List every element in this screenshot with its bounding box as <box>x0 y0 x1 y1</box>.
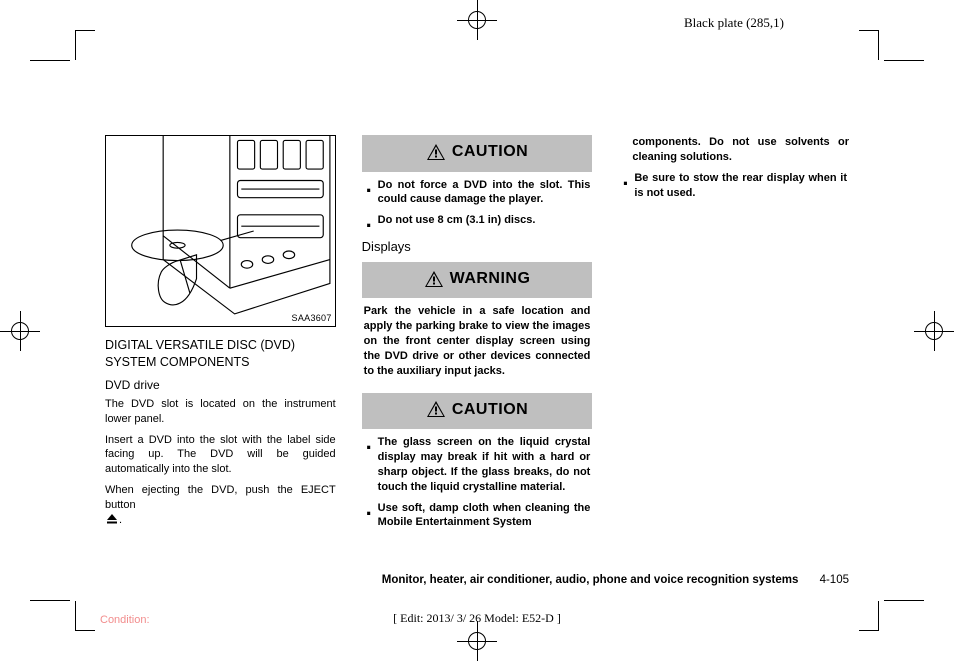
eject-icon <box>105 513 119 530</box>
warning-title: WARNING <box>450 268 531 290</box>
warning-triangle-icon <box>426 400 446 418</box>
list-item: Be sure to stow the rear display when it… <box>620 171 847 201</box>
registration-mark <box>457 0 497 40</box>
subsection-heading: DVD drive <box>105 377 336 393</box>
crop-corner <box>75 30 95 60</box>
list-item: Use soft, damp cloth when cleaning the M… <box>364 501 591 531</box>
crop-tick <box>30 60 70 61</box>
caution-title: CAUTION <box>452 141 528 163</box>
caution-list: Do not force a DVD into the slot. This c… <box>362 178 593 229</box>
registration-mark <box>457 621 497 661</box>
body-text-fragment: . <box>119 514 122 526</box>
dvd-slot-figure: SAA3607 <box>105 135 336 327</box>
body-text: Insert a DVD into the slot with the labe… <box>105 433 336 478</box>
caution-header: CAUTION <box>362 135 593 172</box>
section-heading: DIGITAL VERSATILE DISC (DVD) SYSTEM COMP… <box>105 337 336 371</box>
body-text: The DVD slot is located on the instrumen… <box>105 397 336 427</box>
list-item: Do not force a DVD into the slot. This c… <box>364 178 591 208</box>
warning-triangle-icon <box>426 143 446 161</box>
list-item: Do not use 8 cm (3.1 in) discs. <box>364 213 591 228</box>
registration-mark <box>914 311 954 351</box>
page-number: 4-105 <box>820 574 849 586</box>
list-item: The glass screen on the liquid crystal d… <box>364 435 591 494</box>
caution-title: CAUTION <box>452 399 528 421</box>
footer-section-title: Monitor, heater, air conditioner, audio,… <box>382 574 799 586</box>
warning-text: Park the vehicle in a safe location and … <box>362 304 593 378</box>
crop-corner <box>75 601 95 631</box>
crop-corner <box>859 30 879 60</box>
column-2: CAUTION Do not force a DVD into the slot… <box>362 135 593 566</box>
page-footer: Monitor, heater, air conditioner, audio,… <box>105 574 849 586</box>
warning-triangle-icon <box>424 270 444 288</box>
registration-mark <box>0 311 40 351</box>
body-text: When ejecting the DVD, push the EJECT bu… <box>105 483 336 530</box>
plate-label: Black plate (285,1) <box>684 15 784 31</box>
page-content: SAA3607 DIGITAL VERSATILE DISC (DVD) SYS… <box>105 135 849 566</box>
list-item-continuation: components. Do not use solvents or clean… <box>618 135 849 165</box>
warning-header: WARNING <box>362 262 593 299</box>
caution-list: The glass screen on the liquid crystal d… <box>362 435 593 530</box>
crop-corner <box>859 601 879 631</box>
dvd-illustration-icon <box>106 136 335 326</box>
column-3: components. Do not use solvents or clean… <box>618 135 849 566</box>
subsection-heading: Displays <box>362 238 593 256</box>
column-1: SAA3607 DIGITAL VERSATILE DISC (DVD) SYS… <box>105 135 336 566</box>
crop-tick <box>884 60 924 61</box>
condition-label: Condition: <box>100 614 150 626</box>
crop-tick <box>30 600 70 601</box>
figure-code: SAA3607 <box>292 312 332 324</box>
edit-metadata: [ Edit: 2013/ 3/ 26 Model: E52-D ] <box>393 611 561 626</box>
caution-header: CAUTION <box>362 393 593 430</box>
body-text-fragment: When ejecting the DVD, push the EJECT bu… <box>105 484 336 511</box>
crop-tick <box>884 600 924 601</box>
caution-list: Be sure to stow the rear display when it… <box>618 171 849 201</box>
